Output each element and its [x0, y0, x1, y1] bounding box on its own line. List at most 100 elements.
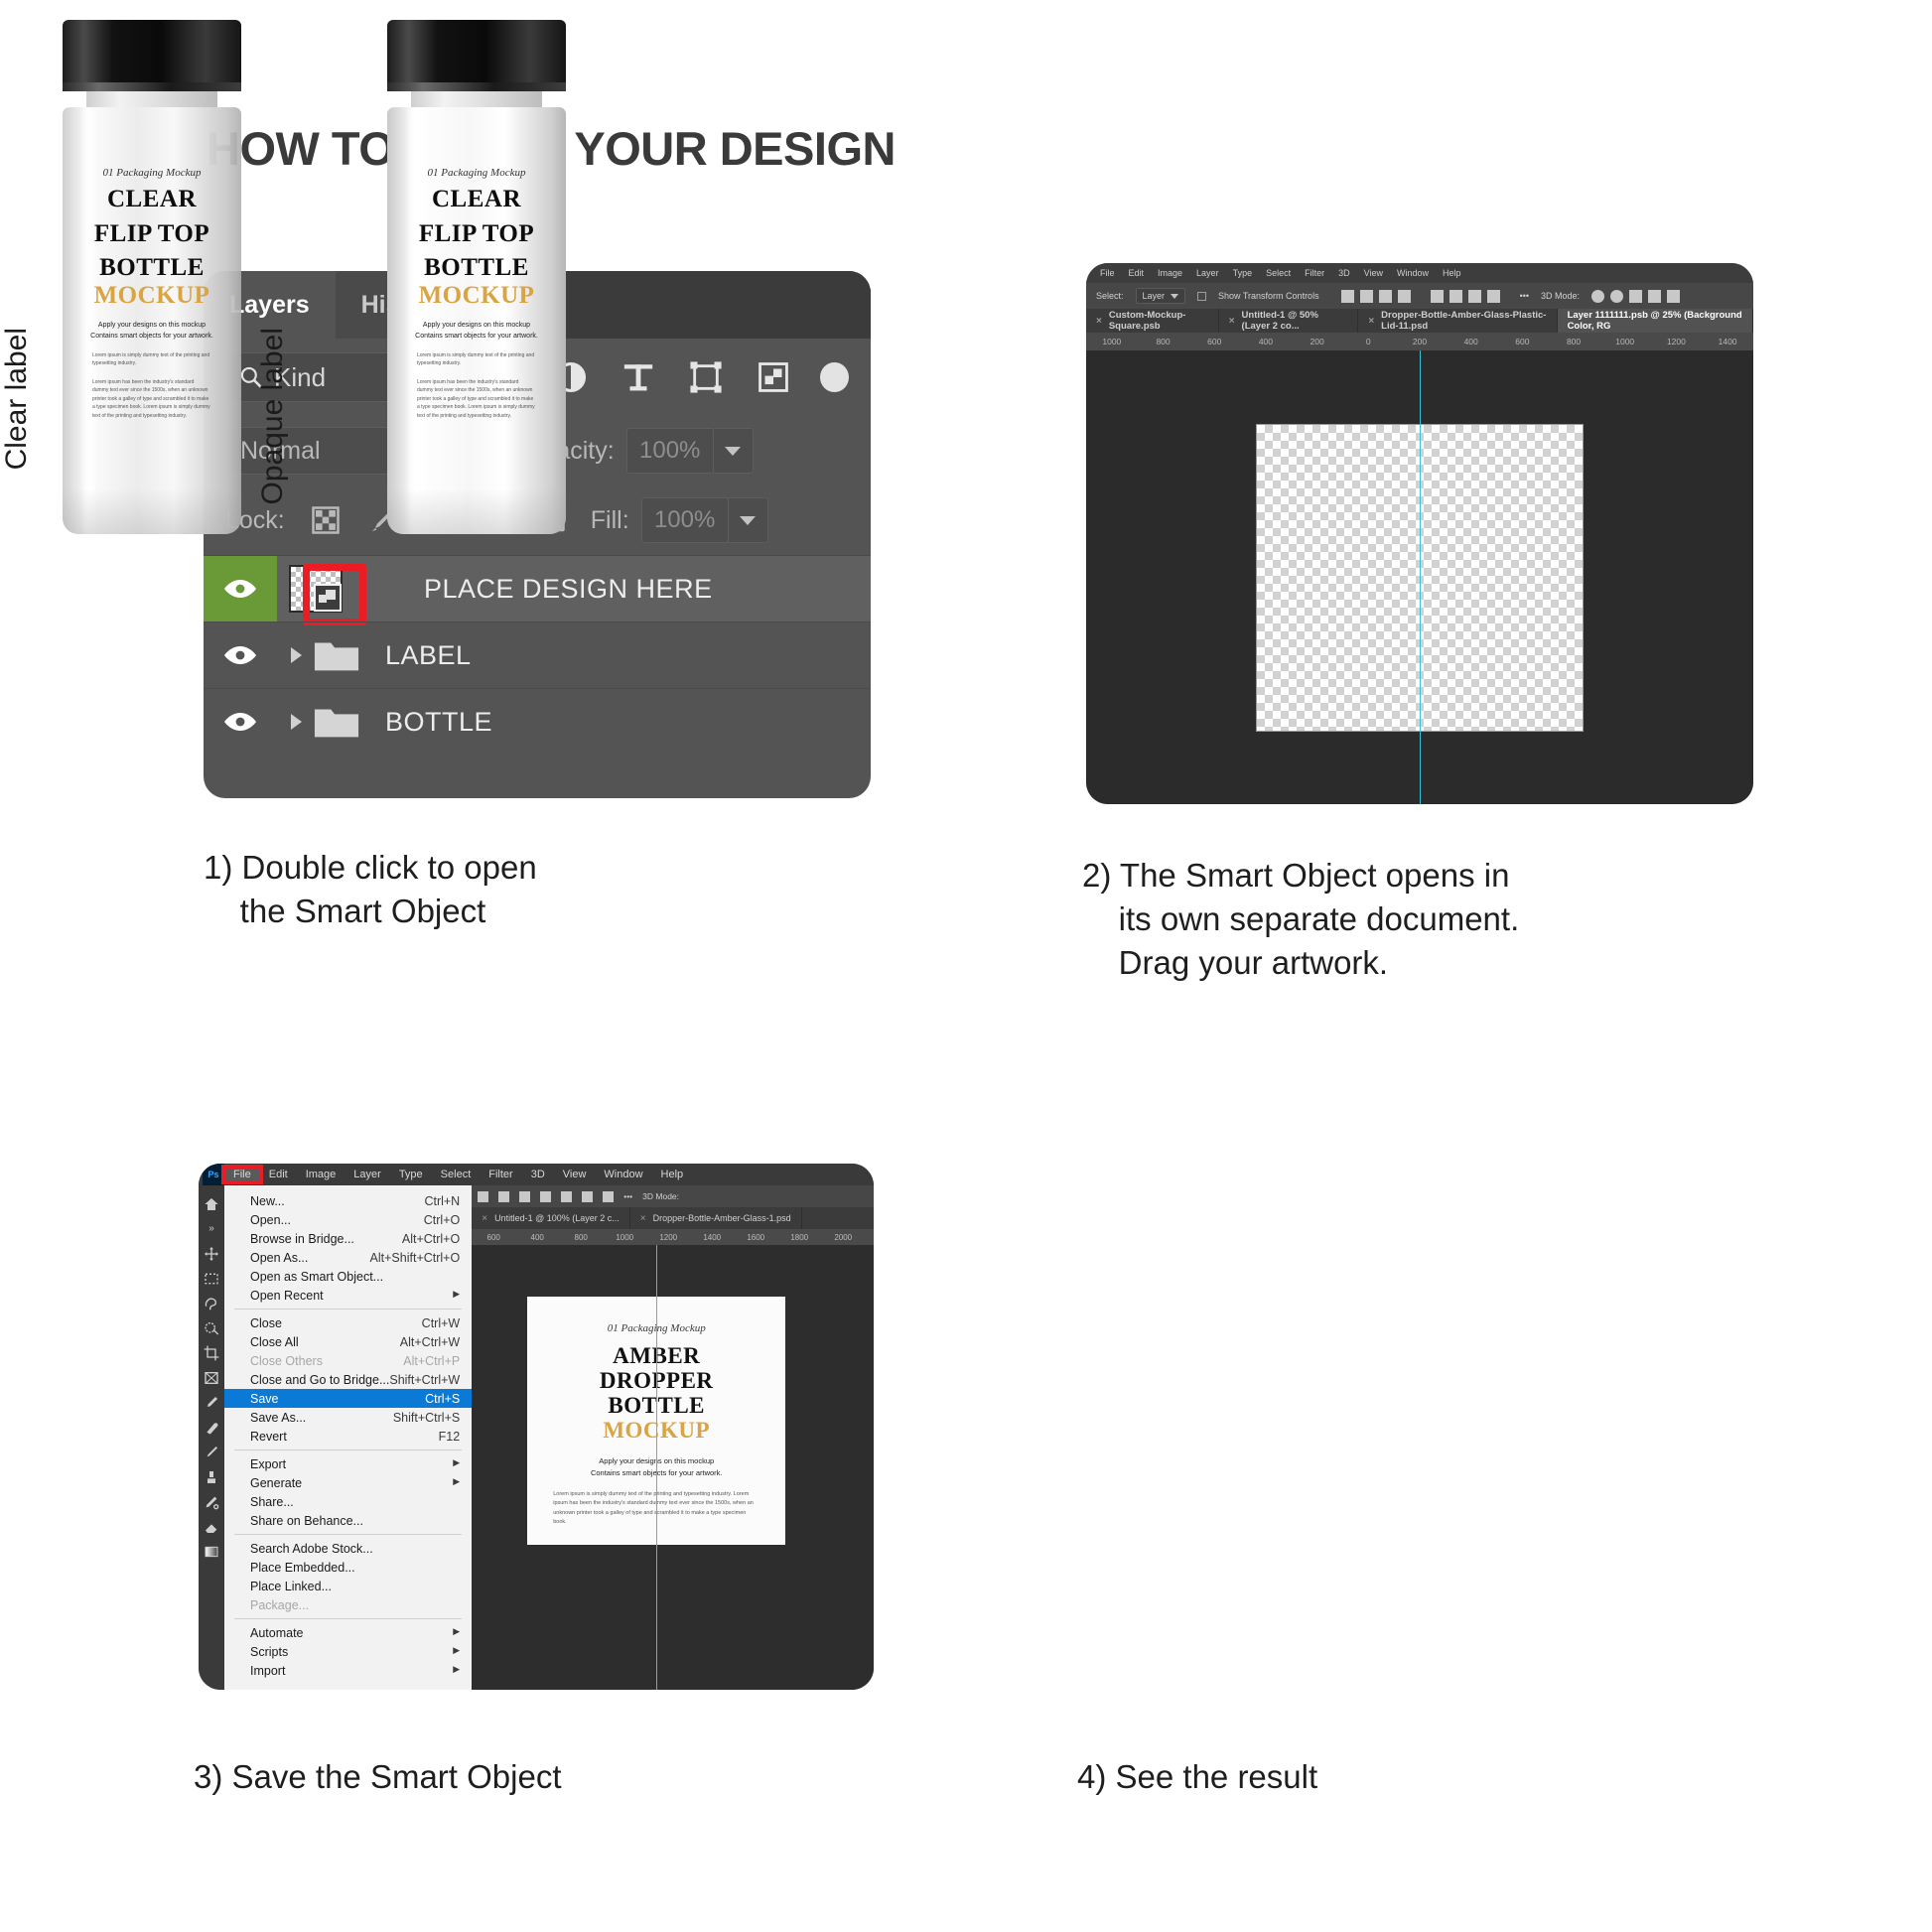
show-transform-checkbox[interactable] — [1197, 291, 1207, 301]
align-bottom-icon[interactable] — [1397, 289, 1411, 303]
menu-item-close[interactable]: Close Ctrl+W — [224, 1313, 472, 1332]
menu-item-revert[interactable]: Revert F12 — [224, 1427, 472, 1446]
healing-brush-tool-icon[interactable] — [199, 1415, 224, 1440]
menu-type[interactable]: Type — [1233, 268, 1253, 278]
menu-file[interactable]: File — [1100, 268, 1115, 278]
distribute-spacing-icon[interactable] — [1486, 289, 1500, 303]
menu-filter[interactable]: Filter — [1305, 268, 1324, 278]
menu-edit[interactable]: Edit — [1129, 268, 1145, 278]
3d-orbit-icon[interactable] — [1591, 289, 1605, 303]
chevron-right-icon[interactable] — [291, 647, 302, 663]
brush-tool-icon[interactable] — [199, 1440, 224, 1464]
shape-icon[interactable] — [689, 360, 723, 394]
more-options-icon[interactable]: ••• — [1520, 291, 1529, 301]
close-icon[interactable]: × — [1229, 316, 1235, 327]
chevron-right-icon[interactable] — [291, 714, 302, 730]
menu-item-save-as[interactable]: Save As... Shift+Ctrl+S — [224, 1408, 472, 1427]
menu-file[interactable]: File — [221, 1165, 263, 1184]
document-tab-0[interactable]: × Custom-Mockup-Square.psb — [1086, 309, 1219, 333]
fill-stepper[interactable] — [728, 497, 768, 543]
canvas-area[interactable]: 01 Packaging Mockup AMBER DROPPER BOTTLE… — [472, 1245, 874, 1690]
align-right-icon[interactable] — [1378, 289, 1392, 303]
align-bottom-icon[interactable] — [603, 1190, 615, 1202]
menu-item-automate[interactable]: Automate ▶ — [224, 1623, 472, 1642]
menu-item-place-embedded[interactable]: Place Embedded... — [224, 1558, 472, 1577]
distribute-icon[interactable] — [540, 1190, 552, 1202]
menu-3d[interactable]: 3D — [1338, 268, 1350, 278]
history-brush-tool-icon[interactable] — [199, 1489, 224, 1514]
align-center-icon[interactable] — [498, 1190, 510, 1202]
clone-stamp-tool-icon[interactable] — [199, 1464, 224, 1489]
3d-pan-icon[interactable] — [1629, 289, 1643, 303]
menu-item-open-recent[interactable]: Open Recent ▶ — [224, 1286, 472, 1305]
lasso-tool-icon[interactable] — [199, 1291, 224, 1315]
eraser-tool-icon[interactable] — [199, 1514, 224, 1539]
menu-view[interactable]: View — [554, 1169, 596, 1180]
menu-help[interactable]: Help — [652, 1169, 693, 1180]
align-right-icon[interactable] — [519, 1190, 531, 1202]
smart-object-icon[interactable] — [757, 360, 790, 394]
menu-item-export[interactable]: Export ▶ — [224, 1454, 472, 1473]
menu-type[interactable]: Type — [390, 1169, 432, 1180]
menu-item-search-adobe-stock[interactable]: Search Adobe Stock... — [224, 1539, 472, 1558]
panel-menu-dot[interactable] — [820, 362, 849, 392]
more-options-icon[interactable]: ••• — [623, 1191, 632, 1201]
document-tab-1[interactable]: × Untitled-1 @ 50% (Layer 2 co... — [1218, 309, 1359, 333]
menu-item-share[interactable]: Share... — [224, 1492, 472, 1511]
document-tab-1[interactable]: × Dropper-Bottle-Amber-Glass-1.psd — [630, 1207, 802, 1229]
menu-item-close-all[interactable]: Close All Alt+Ctrl+W — [224, 1332, 472, 1351]
align-middle-icon[interactable] — [582, 1190, 594, 1202]
canvas-area[interactable] — [1086, 350, 1753, 804]
layer-row-label[interactable]: LABEL — [204, 621, 871, 688]
layer-visibility-toggle[interactable] — [204, 622, 277, 689]
align-top-icon[interactable] — [561, 1190, 573, 1202]
layer-visibility-toggle[interactable] — [204, 555, 277, 622]
menu-window[interactable]: Window — [595, 1169, 651, 1180]
menu-item-place-linked[interactable]: Place Linked... — [224, 1577, 472, 1595]
layer-row-place-design-here[interactable]: PLACE DESIGN HERE — [204, 555, 871, 625]
menu-layer[interactable]: Layer — [1196, 268, 1219, 278]
align-center-h-icon[interactable] — [1359, 289, 1373, 303]
fill-value[interactable]: 100% — [640, 497, 729, 543]
type-icon[interactable] — [621, 360, 655, 394]
menu-item-close-and-go-to-bridge[interactable]: Close and Go to Bridge... Shift+Ctrl+W — [224, 1370, 472, 1389]
menu-item-open-as[interactable]: Open As... Alt+Shift+Ctrl+O — [224, 1248, 472, 1267]
menu-view[interactable]: View — [1364, 268, 1383, 278]
menu-item-save[interactable]: Save Ctrl+S — [224, 1389, 473, 1408]
file-menu-dropdown[interactable]: New... Ctrl+N Open... Ctrl+O Browse in Bri… — [224, 1185, 473, 1690]
menu-help[interactable]: Help — [1443, 268, 1461, 278]
close-icon[interactable]: × — [1096, 316, 1102, 327]
menu-select[interactable]: Select — [432, 1169, 481, 1180]
menu-item-open-as-smart-object[interactable]: Open as Smart Object... — [224, 1267, 472, 1286]
menu-window[interactable]: Window — [1397, 268, 1429, 278]
move-tool-icon[interactable] — [199, 1241, 224, 1266]
marquee-tool-icon[interactable] — [199, 1266, 224, 1291]
menu-item-new[interactable]: New... Ctrl+N — [224, 1191, 472, 1210]
align-left-icon[interactable] — [478, 1190, 489, 1202]
document-tab-3[interactable]: Layer 1111111.psb @ 25% (Background Colo… — [1557, 309, 1753, 333]
menu-item-browse-in-bridge[interactable]: Browse in Bridge... Alt+Ctrl+O — [224, 1229, 472, 1248]
menu-image[interactable]: Image — [1158, 268, 1182, 278]
menu-item-import[interactable]: Import ▶ — [224, 1661, 472, 1680]
layer-visibility-toggle[interactable] — [204, 689, 277, 756]
3d-roll-icon[interactable] — [1610, 289, 1624, 303]
quick-selection-tool-icon[interactable] — [199, 1315, 224, 1340]
align-left-icon[interactable] — [1340, 289, 1354, 303]
document-tab-2[interactable]: × Dropper-Bottle-Amber-Glass-Plastic-Lid… — [1358, 309, 1558, 333]
3d-scale-icon[interactable] — [1667, 289, 1681, 303]
menu-item-open[interactable]: Open... Ctrl+O — [224, 1210, 472, 1229]
distribute-top-icon[interactable] — [1430, 289, 1444, 303]
menu-image[interactable]: Image — [297, 1169, 345, 1180]
menu-3d[interactable]: 3D — [522, 1169, 554, 1180]
crop-tool-icon[interactable] — [199, 1340, 224, 1365]
gradient-tool-icon[interactable] — [199, 1539, 224, 1564]
transparency-lock-icon[interactable] — [311, 505, 341, 535]
close-icon[interactable]: × — [640, 1213, 646, 1224]
frame-tool-icon[interactable] — [199, 1365, 224, 1390]
opacity-value[interactable]: 100% — [625, 428, 714, 474]
menu-layer[interactable]: Layer — [345, 1169, 390, 1180]
distribute-bottom-icon[interactable] — [1467, 289, 1481, 303]
auto-select-dropdown[interactable]: Layer — [1135, 288, 1186, 304]
chevron-down-icon[interactable] — [1171, 293, 1179, 299]
close-icon[interactable]: × — [482, 1213, 487, 1224]
